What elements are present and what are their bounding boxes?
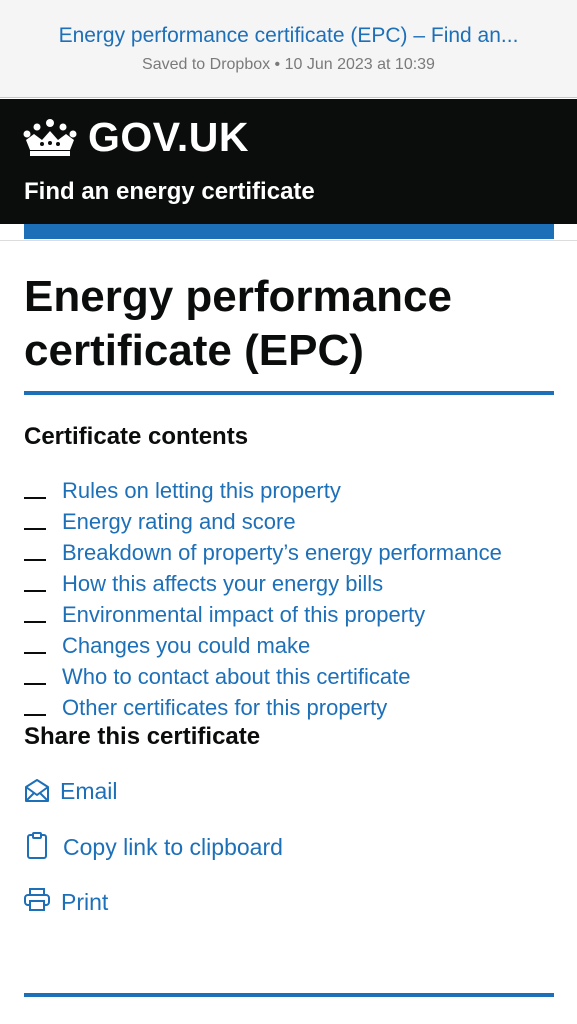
contents-heading: Certificate contents <box>24 423 249 450</box>
service-name-link[interactable]: Find an energy certificate <box>24 178 315 206</box>
dash-icon <box>24 683 46 685</box>
dash-icon <box>24 559 46 561</box>
page-title: Energy performance certificate (EPC) <box>24 272 452 375</box>
dash-icon <box>24 590 46 592</box>
contents-link-energy-rating[interactable]: Energy rating and score <box>62 509 296 535</box>
contents-link-changes[interactable]: Changes you could make <box>62 633 310 659</box>
crown-icon <box>23 119 77 156</box>
header-accent-bar <box>24 224 554 239</box>
contents-link-environmental-impact[interactable]: Environmental impact of this property <box>62 602 425 628</box>
dash-icon <box>24 621 46 623</box>
browser-title-bar: Energy performance certificate (EPC) – F… <box>0 0 577 98</box>
contents-link-letting-rules[interactable]: Rules on letting this property <box>62 478 341 504</box>
clipboard-icon <box>27 832 47 859</box>
govuk-logo-link[interactable]: GOV.UK <box>88 114 249 161</box>
copy-link-button[interactable]: Copy link to clipboard <box>24 832 324 864</box>
print-label: Print <box>61 889 109 915</box>
share-email-label: Email <box>60 778 118 804</box>
title-divider <box>24 391 554 395</box>
contents-link-breakdown[interactable]: Breakdown of property’s energy performan… <box>62 540 502 566</box>
dash-icon <box>24 528 46 530</box>
share-heading: Share this certificate <box>24 723 261 750</box>
dash-icon <box>24 652 46 654</box>
bottom-divider <box>24 993 554 997</box>
browser-saved-info: Saved to Dropbox • 10 Jun 2023 at 10:39 <box>142 56 435 73</box>
print-button[interactable]: Print <box>24 888 164 920</box>
share-email-link[interactable]: Email <box>24 778 164 810</box>
contents-link-other-certificates[interactable]: Other certificates for this property <box>62 695 387 721</box>
printer-icon <box>24 888 50 911</box>
dash-icon <box>24 714 46 716</box>
browser-page-title[interactable]: Energy performance certificate (EPC) – F… <box>0 24 577 48</box>
contents-link-energy-bills[interactable]: How this affects your energy bills <box>62 571 383 597</box>
contents-link-who-to-contact[interactable]: Who to contact about this certificate <box>62 664 411 690</box>
envelope-icon <box>25 779 49 802</box>
copy-link-label: Copy link to clipboard <box>63 834 283 860</box>
header-divider <box>0 240 577 241</box>
dash-icon <box>24 497 46 499</box>
